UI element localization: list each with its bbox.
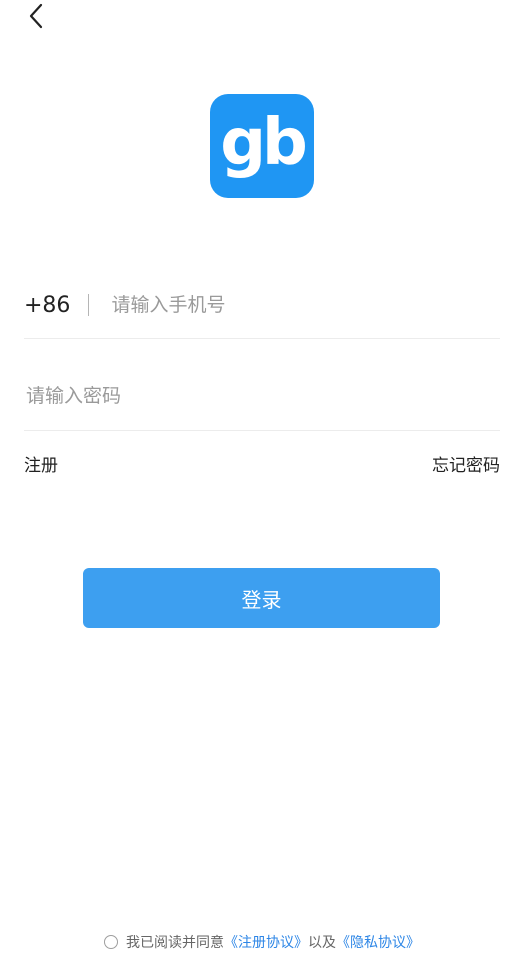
back-button[interactable]	[18, 0, 54, 32]
forgot-password-link[interactable]: 忘记密码	[432, 451, 500, 476]
agreement-prefix: 我已阅读并同意	[126, 935, 224, 951]
phone-field-row: +86	[24, 272, 500, 339]
login-button[interactable]: 登录	[83, 568, 440, 628]
phone-input[interactable]	[109, 293, 500, 317]
register-link[interactable]: 注册	[24, 451, 58, 476]
country-code[interactable]: +86	[24, 293, 70, 318]
chevron-left-icon	[29, 3, 43, 29]
app-logo-text: gb	[220, 106, 308, 180]
password-input[interactable]	[24, 384, 500, 408]
field-divider	[88, 294, 90, 316]
agreement-radio[interactable]	[104, 935, 118, 949]
agreement-joiner: 以及	[308, 935, 336, 951]
privacy-link[interactable]: 《隐私协议》	[336, 932, 420, 952]
auth-links: 注册 忘记密码	[24, 451, 500, 476]
password-field-row	[24, 362, 500, 431]
agreement-row: 我已阅读并同意 《注册协议》 以及 《隐私协议》	[0, 932, 524, 952]
app-logo: gb	[210, 94, 314, 198]
terms-link[interactable]: 《注册协议》	[224, 932, 308, 952]
